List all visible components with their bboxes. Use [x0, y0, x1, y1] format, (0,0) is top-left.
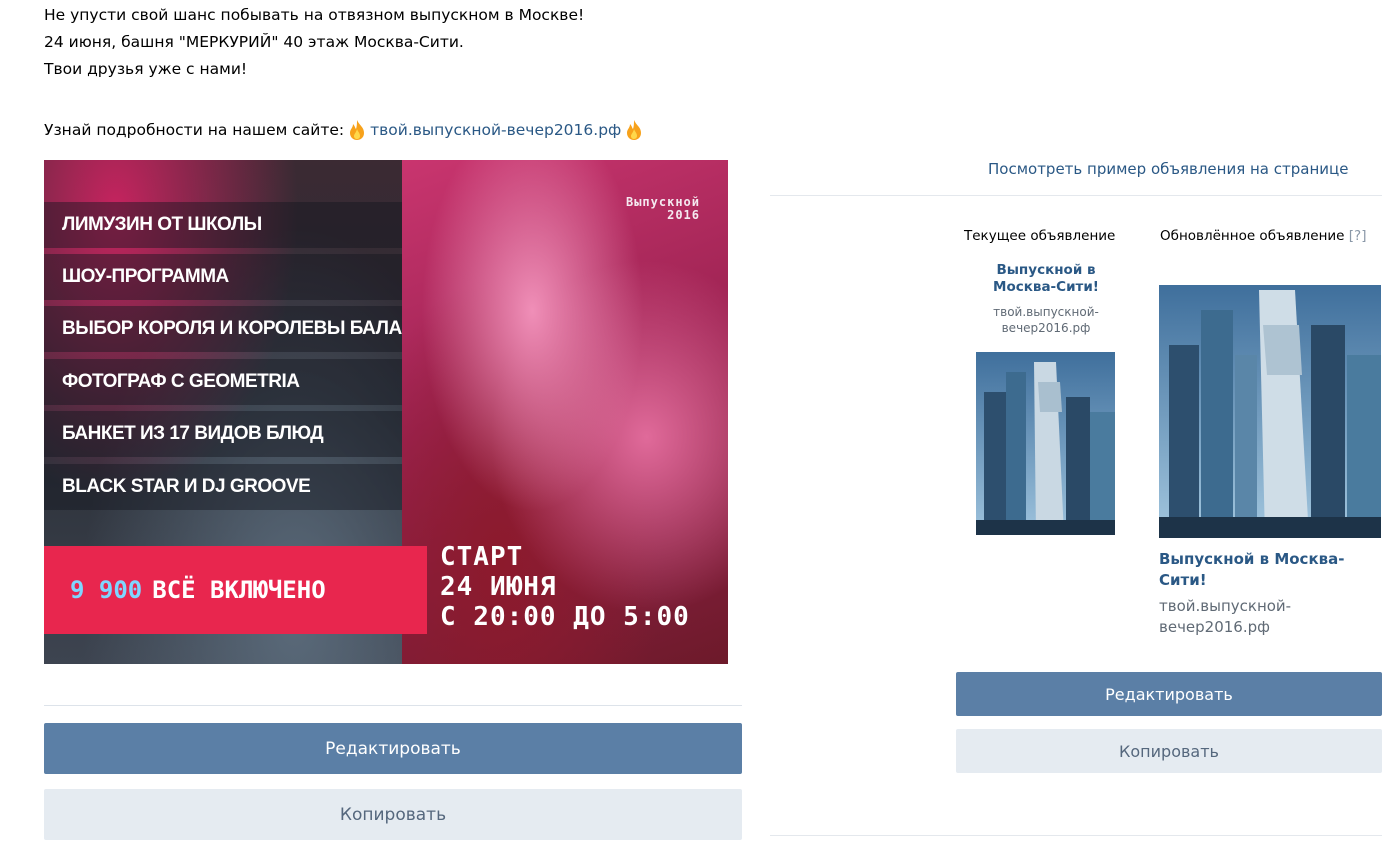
banner-start: СТАРТ 24 ИЮНЯ С 20:00 ДО 5:00 [440, 542, 690, 632]
post-text: Не упусти свой шанс побывать на отвязном… [44, 2, 744, 83]
current-ad-url: твой.выпускной-вечер2016.рф [993, 305, 1099, 335]
fire-icon [624, 119, 644, 141]
banner-price-bar: 9 900 ВСЁ ВКЛЮЧЕНО [44, 546, 427, 634]
fire-icon [347, 119, 367, 141]
edit-button[interactable]: Редактировать [44, 723, 742, 774]
updated-ad-header: Обновлённое объявление [?] [1160, 228, 1366, 244]
banner-feature: ФОТОГРАФ С GEOMETRIA [44, 359, 402, 405]
banner-feature: БАНКЕТ ИЗ 17 ВИДОВ БЛЮД [44, 411, 402, 457]
ad-banner-image[interactable]: Выпускной 2016 ЛИМУЗИН ОТ ШКОЛЫ ШОУ-ПРОГ… [44, 160, 728, 664]
divider [770, 195, 1382, 196]
edit-button[interactable]: Редактировать [956, 672, 1382, 716]
current-ad-image[interactable] [976, 352, 1115, 535]
updated-ad-image[interactable] [1159, 285, 1381, 538]
banner-feature: ШОУ-ПРОГРАММА [44, 254, 402, 300]
view-example-link[interactable]: Посмотреть пример объявления на странице [988, 160, 1348, 178]
current-ad-title[interactable]: Выпускной в Москва-Сити! [976, 262, 1116, 296]
current-ad-header: Текущее объявление [964, 228, 1116, 244]
banner-price: 9 900 [70, 576, 143, 604]
post-line-3: Твои друзья уже с нами! [44, 60, 248, 78]
divider [770, 835, 1382, 836]
banner-feature: ВЫБОР КОРОЛЯ И КОРОЛЕВЫ БАЛА [44, 306, 402, 352]
divider [44, 705, 742, 706]
banner-feature: BLACK STAR И DJ GROOVE [44, 464, 402, 510]
post-details: Узнай подробности на нашем сайте: твой.в… [44, 116, 647, 144]
updated-ad-url: твой.выпускной-вечер2016.рф [1159, 597, 1292, 636]
post-line-2: 24 июня, башня "МЕРКУРИЙ" 40 этаж Москва… [44, 33, 464, 51]
post-line-1: Не упусти свой шанс побывать на отвязном… [44, 6, 585, 24]
copy-button[interactable]: Копировать [44, 789, 742, 840]
updated-ad-title[interactable]: Выпускной в Москва-Сити! [1159, 549, 1379, 591]
details-link[interactable]: твой.выпускной-вечер2016.рф [370, 116, 621, 144]
updated-ad-header-label: Обновлённое объявление [1160, 228, 1345, 244]
copy-button[interactable]: Копировать [956, 729, 1382, 773]
help-icon[interactable]: [?] [1349, 228, 1367, 244]
banner-tag: Выпускной 2016 [625, 195, 700, 222]
banner-feature: ЛИМУЗИН ОТ ШКОЛЫ [44, 202, 402, 248]
banner-price-text: ВСЁ ВКЛЮЧЕНО [152, 576, 326, 604]
details-prefix: Узнай подробности на нашем сайте: [44, 121, 345, 139]
